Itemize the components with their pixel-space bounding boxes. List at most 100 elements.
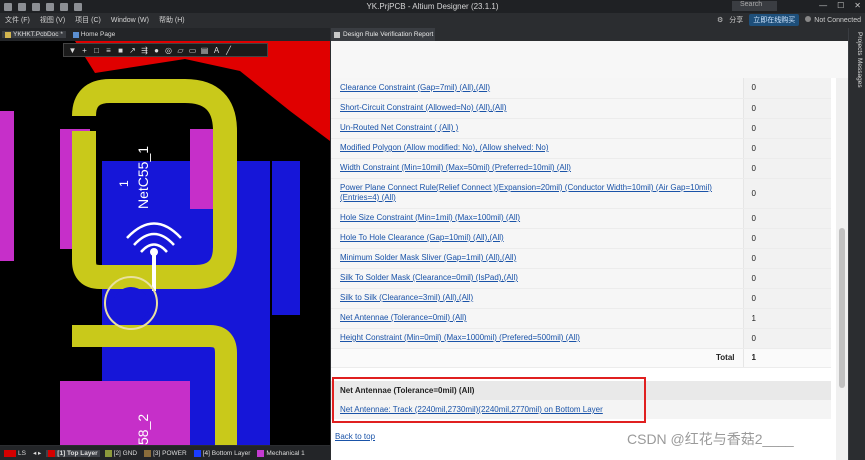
share-button[interactable]: 分享: [729, 15, 743, 25]
maximize-button[interactable]: ☐: [837, 1, 844, 10]
rule-link-width[interactable]: Width Constraint (Min=10mil) (Max=50mil)…: [340, 163, 571, 172]
lower-label-pcb: 58_2: [135, 414, 151, 445]
table-row: Width Constraint (Min=10mil) (Max=50mil)…: [331, 158, 831, 179]
diff-pair-icon[interactable]: ⇶: [140, 46, 149, 55]
rules-table: Clearance Constraint (Gap=7mil) (All),(A…: [331, 78, 831, 368]
select-icon[interactable]: □: [92, 46, 101, 55]
rule-link-silk-to-mask[interactable]: Silk To Solder Mask (Clearance=0mil) (Is…: [340, 273, 518, 282]
report-scrollbar[interactable]: [836, 78, 848, 460]
document-tabs: YKHKT.PcbDoc * Home Page: [0, 28, 330, 41]
polygon-icon[interactable]: ▱: [176, 46, 185, 55]
rule-count: 0: [742, 178, 831, 209]
minimize-button[interactable]: —: [819, 1, 827, 10]
scrollbar-thumb[interactable]: [839, 228, 845, 388]
back-to-top-link[interactable]: Back to top: [335, 432, 375, 441]
layer-tab-gnd-label: [2] GND: [113, 449, 138, 457]
rule-count: 1: [742, 308, 831, 329]
table-row: Un-Routed Net Constraint ( (All) ) 0: [331, 118, 831, 139]
rule-link-clearance[interactable]: Clearance Constraint (Gap=7mil) (All),(A…: [340, 83, 490, 92]
align-icon[interactable]: ≡: [104, 46, 113, 55]
table-row: Net Antennae (Tolerance=0mil) (All) 1: [331, 308, 831, 329]
layer-tab-top[interactable]: [1] Top Layer: [46, 449, 100, 457]
bottom-copper-right: [272, 161, 300, 315]
menu-view[interactable]: 视图 (V): [35, 15, 70, 25]
menu-file[interactable]: 文件 (F): [0, 15, 35, 25]
text-icon[interactable]: A: [212, 46, 221, 55]
component-icon[interactable]: ■: [116, 46, 125, 55]
pad-icon[interactable]: ●: [152, 46, 161, 55]
tab-home-page-label: Home Page: [80, 31, 116, 38]
layer-nav-arrows[interactable]: ◂ ▸: [31, 449, 43, 457]
rule-link-solder-mask-sliver[interactable]: Minimum Solder Mask Sliver (Gap=1mil) (A…: [340, 253, 516, 262]
menu-window[interactable]: Window (W): [106, 17, 154, 24]
rule-count: 0: [742, 158, 831, 179]
mechanical-pad-c: [60, 381, 190, 445]
table-row: Clearance Constraint (Gap=7mil) (All),(A…: [331, 78, 831, 99]
total-label: Total: [331, 348, 743, 368]
menu-project[interactable]: 项目 (C): [70, 15, 106, 25]
open-icon[interactable]: [18, 2, 26, 11]
search-input[interactable]: Search: [732, 1, 777, 11]
route-icon[interactable]: ↗: [128, 46, 137, 55]
buy-online-button[interactable]: 立即在线购买: [749, 14, 800, 26]
side-tab-messages[interactable]: Messages: [852, 58, 863, 88]
table-row: Modified Polygon (Allow modified: No), (…: [331, 138, 831, 159]
quick-access-toolbar: [0, 2, 82, 11]
window-controls: — ☐ ✕: [819, 1, 861, 10]
settings-icon[interactable]: ⚙: [717, 16, 723, 24]
tab-drc-report[interactable]: Design Rule Verification Report: [331, 28, 435, 41]
rule-count: 0: [742, 268, 831, 289]
title-bar: YK.PrjPCB - Altium Designer (23.1.1) Sea…: [0, 0, 865, 13]
table-row: Hole To Hole Clearance (Gap=10mil) (All)…: [331, 228, 831, 249]
layer-tab-power[interactable]: [3] POWER: [142, 449, 189, 457]
rule-link-unrouted-net[interactable]: Un-Routed Net Constraint ( (All) ): [340, 123, 458, 132]
table-row: Silk to Silk (Clearance=3mil) (All),(All…: [331, 288, 831, 309]
move-icon[interactable]: +: [80, 46, 89, 55]
app-menu-icon[interactable]: [4, 2, 12, 11]
layer-tab-mechanical[interactable]: Mechanical 1: [255, 449, 306, 457]
pcb-artwork: NetC55_1 1 58_2: [0, 41, 330, 445]
tab-pcbdoc[interactable]: YKHKT.PcbDoc *: [2, 31, 66, 38]
power-layer-swatch: [144, 449, 152, 457]
menu-help[interactable]: 帮助 (H): [154, 15, 190, 25]
rule-link-hole-to-hole[interactable]: Hole To Hole Clearance (Gap=10mil) (All)…: [340, 233, 504, 242]
table-row: Silk To Solder Mask (Clearance=0mil) (Is…: [331, 268, 831, 289]
total-value: 1: [742, 348, 831, 368]
pcb-canvas[interactable]: NetC55_1 1 58_2: [0, 41, 330, 445]
line-icon[interactable]: ╱: [224, 46, 233, 55]
layer-tab-gnd[interactable]: [2] GND: [103, 449, 139, 457]
report-header-gap: [331, 41, 848, 78]
rule-link-modified-polygon[interactable]: Modified Polygon (Allow modified: No), (…: [340, 143, 549, 152]
csdn-watermark: CSDN @红花与香菇2____: [627, 431, 794, 447]
layer-set-label: LS: [18, 449, 26, 457]
rule-count: 0: [742, 288, 831, 309]
via-icon[interactable]: ◎: [164, 46, 173, 55]
rule-link-power-plane[interactable]: Power Plane Connect Rule(Relief Connect …: [340, 183, 720, 203]
rule-link-silk-to-silk[interactable]: Silk to Silk (Clearance=3mil) (All),(All…: [340, 293, 473, 302]
layer-tab-bottom[interactable]: [4] Bottom Layer: [192, 449, 253, 457]
undo-icon[interactable]: [60, 2, 68, 11]
filter-icon[interactable]: ▼: [68, 46, 77, 55]
rule-link-net-antennae[interactable]: Net Antennae (Tolerance=0mil) (All): [340, 313, 467, 322]
chart-icon[interactable]: ▤: [200, 46, 209, 55]
rule-link-hole-size[interactable]: Hole Size Constraint (Min=1mil) (Max=100…: [340, 213, 520, 222]
tab-home-page[interactable]: Home Page: [70, 31, 118, 38]
close-button[interactable]: ✕: [854, 1, 861, 10]
save-all-icon[interactable]: [46, 2, 54, 11]
top-layer-swatch: [48, 449, 56, 457]
save-icon[interactable]: [32, 2, 40, 11]
side-tab-projects[interactable]: Projects: [852, 32, 863, 55]
rule-count: 0: [742, 328, 831, 349]
tab-pcbdoc-label: YKHKT.PcbDoc *: [13, 31, 63, 38]
connection-status[interactable]: Not Connected: [805, 16, 861, 24]
layer-set-chip[interactable]: LS: [2, 449, 28, 457]
keepout-icon[interactable]: ▭: [188, 46, 197, 55]
red-highlight-annotation: [332, 377, 646, 423]
rule-link-short-circuit[interactable]: Short-Circuit Constraint (Allowed=No) (A…: [340, 103, 506, 112]
rule-link-height[interactable]: Height Constraint (Min=0mil) (Max=1000mi…: [340, 333, 580, 342]
table-row: Short-Circuit Constraint (Allowed=No) (A…: [331, 98, 831, 119]
rule-count: 0: [742, 138, 831, 159]
drc-report-view: Clearance Constraint (Gap=7mil) (All),(A…: [331, 41, 848, 460]
redo-icon[interactable]: [74, 2, 82, 11]
menu-right-group: ⚙ 分享 立即在线购买 Not Connected: [717, 14, 861, 26]
